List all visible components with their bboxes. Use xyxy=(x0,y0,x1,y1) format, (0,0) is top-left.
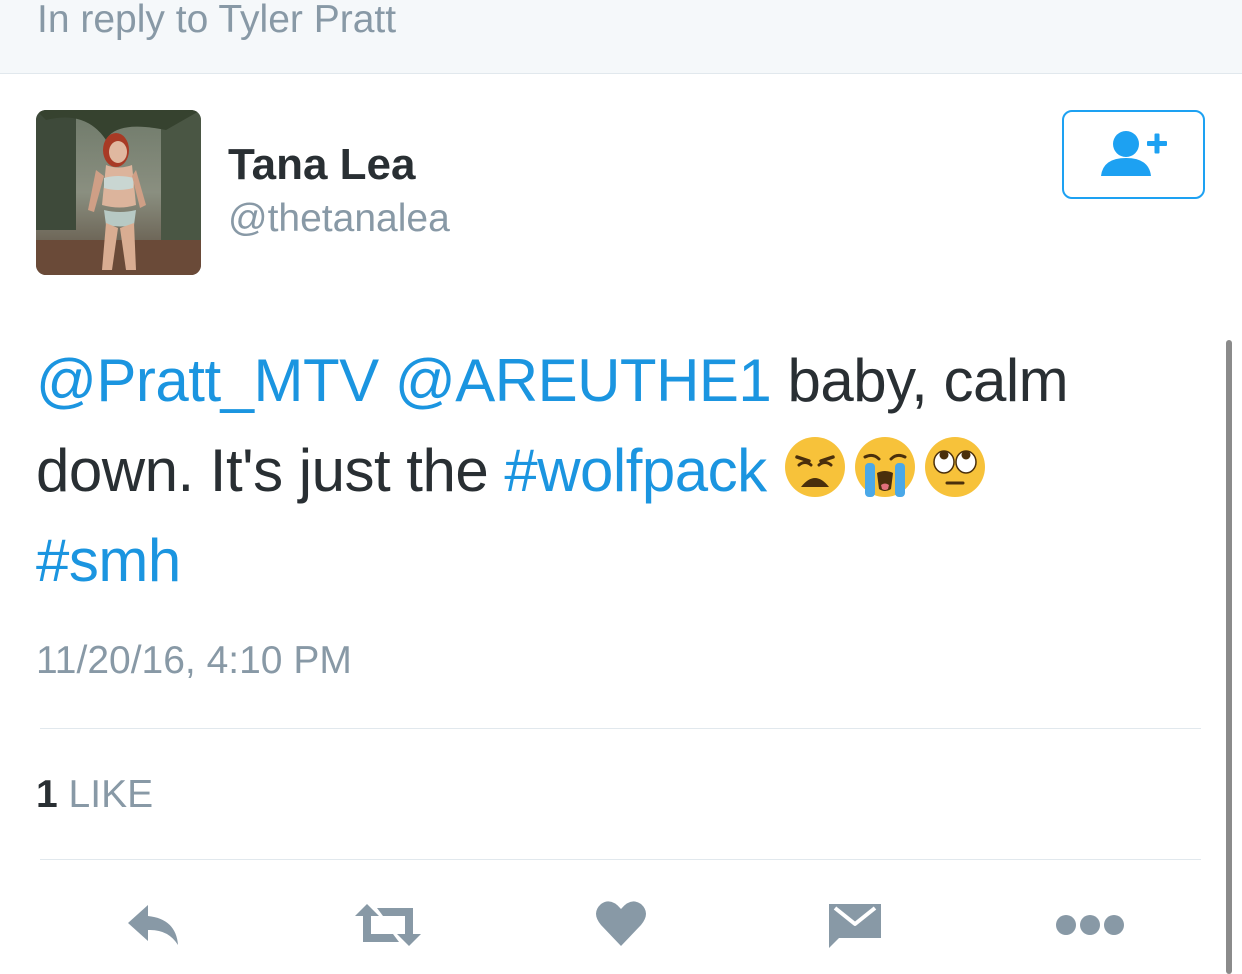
scrollbar[interactable] xyxy=(1226,340,1232,974)
follow-button[interactable] xyxy=(1062,110,1205,199)
timestamp: 11/20/16, 4:10 PM xyxy=(36,639,352,682)
profile-photo xyxy=(36,110,201,275)
tweet-text-segment xyxy=(767,437,783,504)
hashtag-link[interactable]: #wolfpack xyxy=(504,437,767,504)
mention-link[interactable]: @AREUTHE1 xyxy=(395,347,772,414)
hashtag-link[interactable]: #smh xyxy=(36,527,181,594)
more-button[interactable] xyxy=(1054,895,1126,955)
retweet-button[interactable] xyxy=(352,895,424,955)
avatar[interactable] xyxy=(36,110,201,275)
face-with-rolling-eyes-emoji xyxy=(923,435,987,499)
like-label: LIKE xyxy=(68,773,154,816)
username[interactable]: @thetanalea xyxy=(228,195,450,243)
loudly-crying-face-emoji xyxy=(853,435,917,499)
reply-button[interactable] xyxy=(124,895,184,955)
heart-icon xyxy=(596,901,646,946)
envelope-icon xyxy=(829,904,881,948)
mention-link[interactable]: @Pratt_MTV xyxy=(36,347,379,414)
tweet-text: @Pratt_MTV @AREUTHE1 baby, calm down. It… xyxy=(36,336,1166,606)
like-count: 1 xyxy=(36,773,58,816)
reply-icon xyxy=(128,905,178,945)
weary-face-emoji xyxy=(783,435,847,499)
tweet-text-segment xyxy=(379,347,395,414)
like-stats[interactable]: 1 LIKE xyxy=(36,771,153,819)
divider xyxy=(40,859,1201,860)
more-dots-icon xyxy=(1056,915,1124,935)
retweet-icon xyxy=(355,904,421,946)
reply-context-text: In reply to Tyler Pratt xyxy=(37,0,397,41)
reply-context-bar[interactable]: In reply to Tyler Pratt xyxy=(0,0,1242,74)
direct-message-button[interactable] xyxy=(826,895,884,955)
add-user-icon xyxy=(1100,130,1167,176)
like-button[interactable] xyxy=(594,895,648,951)
display-name[interactable]: Tana Lea xyxy=(228,139,415,191)
divider xyxy=(40,728,1201,729)
